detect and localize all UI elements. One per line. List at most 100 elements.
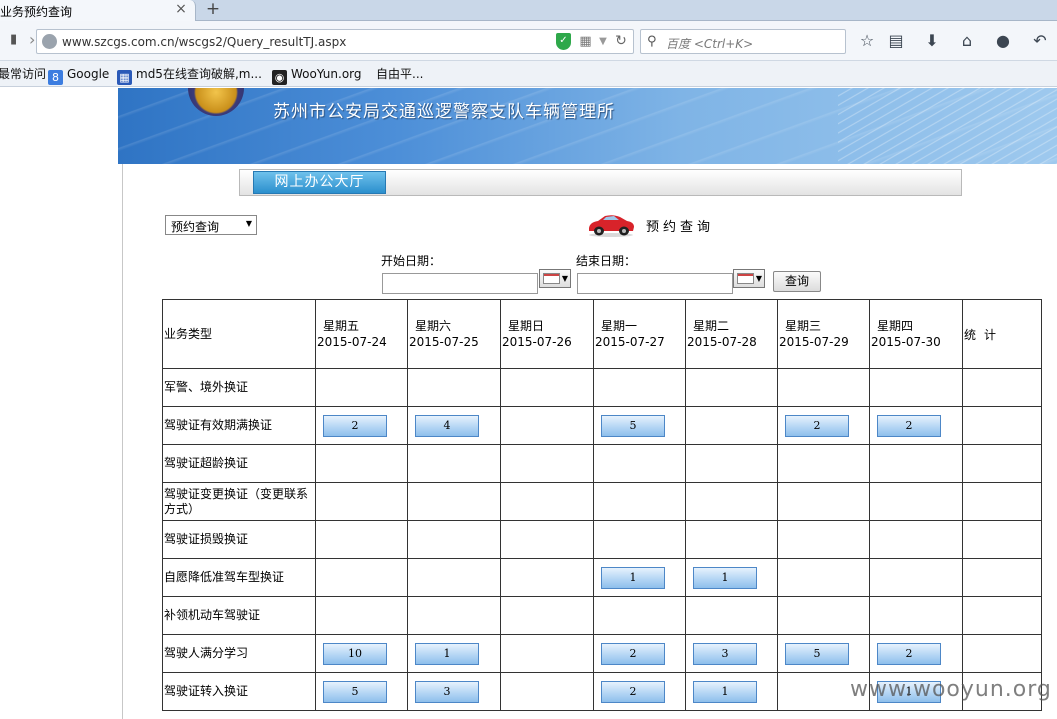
weekday-name: 星期三: [785, 319, 822, 333]
tab-title: 业务预约查询: [0, 5, 73, 19]
chat-icon[interactable]: ●: [993, 31, 1013, 51]
weekday-name: 星期四: [877, 319, 914, 333]
start-date-picker-button[interactable]: ▼: [539, 269, 571, 288]
count-button[interactable]: 2: [877, 642, 941, 665]
day-header: 星期六 2015-07-25: [407, 299, 501, 369]
count-button[interactable]: 2: [877, 414, 941, 437]
address-bar[interactable]: www.szcgs.com.cn/wscgs2/Query_resultTJ.a…: [36, 29, 634, 54]
bookmark-most-visited[interactable]: 最常访问: [0, 65, 46, 83]
business-type: 驾驶证损毁换证: [162, 520, 316, 559]
qr-code-icon[interactable]: ▦: [578, 34, 593, 49]
header-banner: 苏州市公安局交通巡逻警察支队车辆管理所: [118, 88, 1057, 164]
table-row: 驾驶证超龄换证: [162, 444, 1042, 483]
count-cell: 4: [407, 406, 501, 445]
count-button[interactable]: 2: [323, 414, 387, 437]
close-tab-icon[interactable]: ×: [173, 1, 189, 17]
count-button[interactable]: 4: [415, 414, 479, 437]
weekday-name: 星期一: [601, 319, 638, 333]
navigation-toolbar: ▮ › www.szcgs.com.cn/wscgs2/Query_result…: [0, 21, 1057, 61]
count-button[interactable]: 2: [601, 680, 665, 703]
empty-cell: [777, 520, 870, 559]
count-button[interactable]: 1: [601, 566, 665, 589]
empty-cell: [407, 368, 501, 407]
reading-list-icon[interactable]: ▤: [886, 31, 906, 51]
end-date-input[interactable]: [577, 273, 733, 294]
url-text[interactable]: www.szcgs.com.cn/wscgs2/Query_resultTJ.a…: [62, 35, 346, 49]
count-button[interactable]: 3: [415, 680, 479, 703]
start-date-input[interactable]: [382, 273, 538, 294]
empty-cell: [685, 406, 778, 445]
dropdown-arrow-icon[interactable]: ▼: [597, 34, 609, 49]
stat-cell: [962, 406, 1042, 445]
empty-cell: [500, 634, 594, 673]
count-cell: 10: [315, 634, 408, 673]
count-button[interactable]: 2: [785, 414, 849, 437]
empty-cell: [500, 596, 594, 635]
search-box[interactable]: ⚲ 百度 <Ctrl+K>: [640, 29, 846, 54]
count-button[interactable]: 10: [323, 642, 387, 665]
count-cell: 1: [685, 672, 778, 711]
tab-groups-icon[interactable]: ▮: [10, 32, 25, 47]
business-type: 驾驶人满分学习: [162, 634, 316, 673]
reload-icon[interactable]: ↻: [613, 33, 629, 50]
bridge-graphic: [838, 88, 1057, 164]
red-car-icon: [589, 215, 634, 237]
stat-cell: [962, 444, 1042, 483]
query-submit-button[interactable]: 查询: [773, 271, 821, 292]
undo-arrow-icon[interactable]: ↶: [1030, 31, 1050, 51]
stat-header: 统计: [962, 299, 1042, 369]
bookmark-ziyou[interactable]: 自由平...: [376, 65, 423, 83]
count-cell: 2: [869, 634, 963, 673]
bookmark-wooyun[interactable]: ◉ WooYun.org: [272, 65, 362, 85]
empty-cell: [593, 482, 686, 521]
back-chevron-icon[interactable]: ›: [29, 30, 35, 49]
count-button[interactable]: 5: [785, 642, 849, 665]
count-button[interactable]: 1: [693, 566, 757, 589]
business-type: 驾驶证有效期满换证: [162, 406, 316, 445]
count-button[interactable]: 5: [323, 680, 387, 703]
site-title: 苏州市公安局交通巡逻警察支队车辆管理所: [273, 102, 615, 122]
count-cell: 5: [315, 672, 408, 711]
security-shield-icon[interactable]: ✓: [556, 33, 571, 50]
stat-cell: [962, 482, 1042, 521]
empty-cell: [869, 482, 963, 521]
bookmark-md5[interactable]: ▦ md5在线查询破解,m...: [117, 65, 262, 85]
empty-cell: [593, 368, 686, 407]
stat-cell: [962, 520, 1042, 559]
count-button[interactable]: 1: [693, 680, 757, 703]
empty-cell: [685, 596, 778, 635]
tab-online-hall[interactable]: 网上办公大厅: [253, 171, 386, 194]
table-header-row: 业务类型 星期五 2015-07-24 星期六 2015-07-25 星期日 2015-07…: [162, 299, 1042, 369]
day-header: 星期一 2015-07-27: [593, 299, 686, 369]
empty-cell: [500, 558, 594, 597]
watermark: www.wooyun.org: [850, 677, 1052, 702]
browser-tab-active[interactable]: 业务预约查询 ×: [0, 0, 196, 21]
empty-cell: [685, 444, 778, 483]
empty-cell: [500, 368, 594, 407]
table-row: 驾驶证有效期满换证 2 4 5 2 2: [162, 406, 1042, 445]
count-cell: 2: [315, 406, 408, 445]
start-date-label: 开始日期：: [381, 254, 442, 268]
count-button[interactable]: 1: [415, 642, 479, 665]
new-tab-button[interactable]: +: [202, 0, 224, 20]
home-icon[interactable]: ⌂: [957, 31, 977, 51]
bookmark-star-icon[interactable]: ☆: [857, 31, 877, 51]
weekday-name: 星期日: [508, 319, 545, 333]
empty-cell: [777, 482, 870, 521]
stat-cell: [962, 558, 1042, 597]
bookmark-google[interactable]: 8 Google: [48, 65, 109, 85]
empty-cell: [315, 520, 408, 559]
empty-cell: [777, 368, 870, 407]
count-button[interactable]: 5: [601, 414, 665, 437]
business-type: 补领机动车驾驶证: [162, 596, 316, 635]
weekday-name: 星期五: [323, 319, 360, 333]
end-date-picker-button[interactable]: ▼: [733, 269, 765, 288]
download-icon[interactable]: ⬇: [922, 31, 942, 51]
day-header: 星期三 2015-07-29: [777, 299, 870, 369]
query-type-select[interactable]: 预约查询 ▼: [165, 215, 257, 235]
count-button[interactable]: 3: [693, 642, 757, 665]
empty-cell: [685, 520, 778, 559]
empty-cell: [407, 444, 501, 483]
count-button[interactable]: 2: [601, 642, 665, 665]
empty-cell: [500, 482, 594, 521]
